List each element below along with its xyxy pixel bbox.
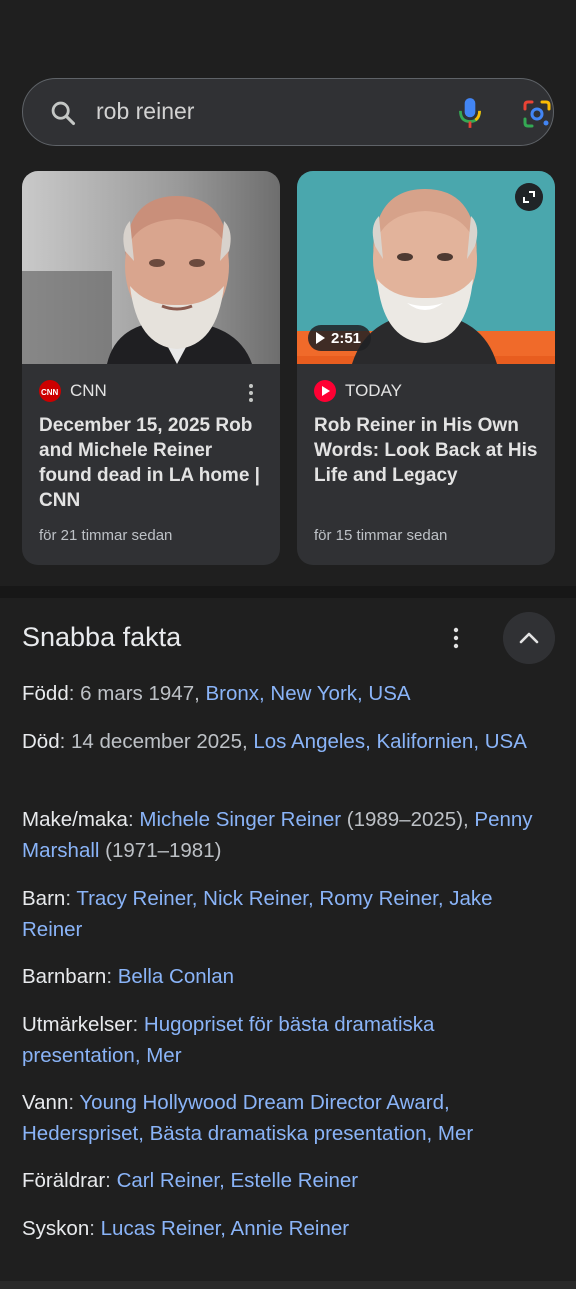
- more-options-icon[interactable]: [242, 383, 260, 403]
- fact-grandchildren: Barnbarn: Bella Conlan: [22, 965, 234, 988]
- fact-link[interactable]: Los Angeles, Kalifornien, USA: [253, 730, 527, 753]
- video-duration: 2:51: [331, 329, 362, 347]
- fact-born: Född: 6 mars 1947, Bronx, New York, USA: [22, 682, 411, 705]
- expand-icon[interactable]: [515, 183, 543, 211]
- quick-facts-title: Snabba fakta: [22, 622, 182, 652]
- svg-text:CNN: CNN: [41, 388, 59, 396]
- fact-parents: Föräldrar: Carl Reiner, Estelle Reiner: [22, 1169, 359, 1192]
- play-icon: [316, 332, 325, 344]
- fact-won: Vann: Young Hollywood Dream Director Awa…: [22, 1091, 474, 1145]
- fact-spouse: Make/maka: Michele Singer Reiner (1989–2…: [22, 808, 533, 862]
- news-source: TODAY: [314, 380, 402, 402]
- news-time: för 15 timmar sedan: [314, 527, 448, 544]
- news-thumbnail[interactable]: [22, 171, 280, 364]
- fact-link[interactable]: Tracy Reiner, Nick Reiner, Romy Reiner, …: [22, 887, 493, 941]
- fact-link[interactable]: Young Hollywood Dream Director Award, He…: [22, 1091, 473, 1145]
- fact-link[interactable]: Lucas Reiner, Annie Reiner: [101, 1217, 349, 1240]
- fact-link[interactable]: Michele Singer Reiner: [139, 808, 341, 831]
- news-time: för 21 timmar sedan: [39, 527, 173, 544]
- fact-awards: Utmärkelser: Hugopriset för bästa dramat…: [22, 1013, 435, 1067]
- news-card-today[interactable]: 2:51 TODAY Rob Reiner in His Own Words: …: [297, 171, 555, 565]
- mic-icon[interactable]: [457, 96, 483, 130]
- section-divider: [0, 586, 576, 598]
- news-title[interactable]: Rob Reiner in His Own Words: Look Back a…: [314, 413, 544, 488]
- fact-link[interactable]: Carl Reiner, Estelle Reiner: [117, 1169, 359, 1192]
- fact-link[interactable]: Bella Conlan: [118, 965, 234, 988]
- chevron-up-icon[interactable]: [503, 612, 555, 664]
- news-source-name: TODAY: [345, 381, 402, 400]
- fact-link[interactable]: Bronx, New York, USA: [205, 682, 410, 705]
- search-bar[interactable]: rob reiner: [22, 78, 554, 146]
- news-source-name: CNN: [70, 381, 107, 400]
- youtube-logo-icon: [314, 380, 336, 402]
- search-icon: [51, 101, 76, 126]
- fact-children: Barn: Tracy Reiner, Nick Reiner, Romy Re…: [22, 887, 493, 941]
- search-query[interactable]: rob reiner: [96, 98, 194, 125]
- news-card-cnn[interactable]: CNN CNN December 15, 2025 Rob and Michel…: [22, 171, 280, 565]
- news-source: CNN CNN: [39, 380, 107, 402]
- fact-died: Död: 14 december 2025, Los Angeles, Kali…: [22, 730, 527, 753]
- fact-siblings: Syskon: Lucas Reiner, Annie Reiner: [22, 1217, 350, 1240]
- cnn-logo-icon: CNN: [39, 380, 61, 402]
- camera-lens-icon[interactable]: [521, 98, 553, 130]
- news-title[interactable]: December 15, 2025 Rob and Michele Reiner…: [39, 413, 269, 513]
- bottom-edge: [0, 1281, 576, 1289]
- more-options-icon[interactable]: [446, 626, 466, 650]
- video-duration-badge: 2:51: [308, 325, 372, 351]
